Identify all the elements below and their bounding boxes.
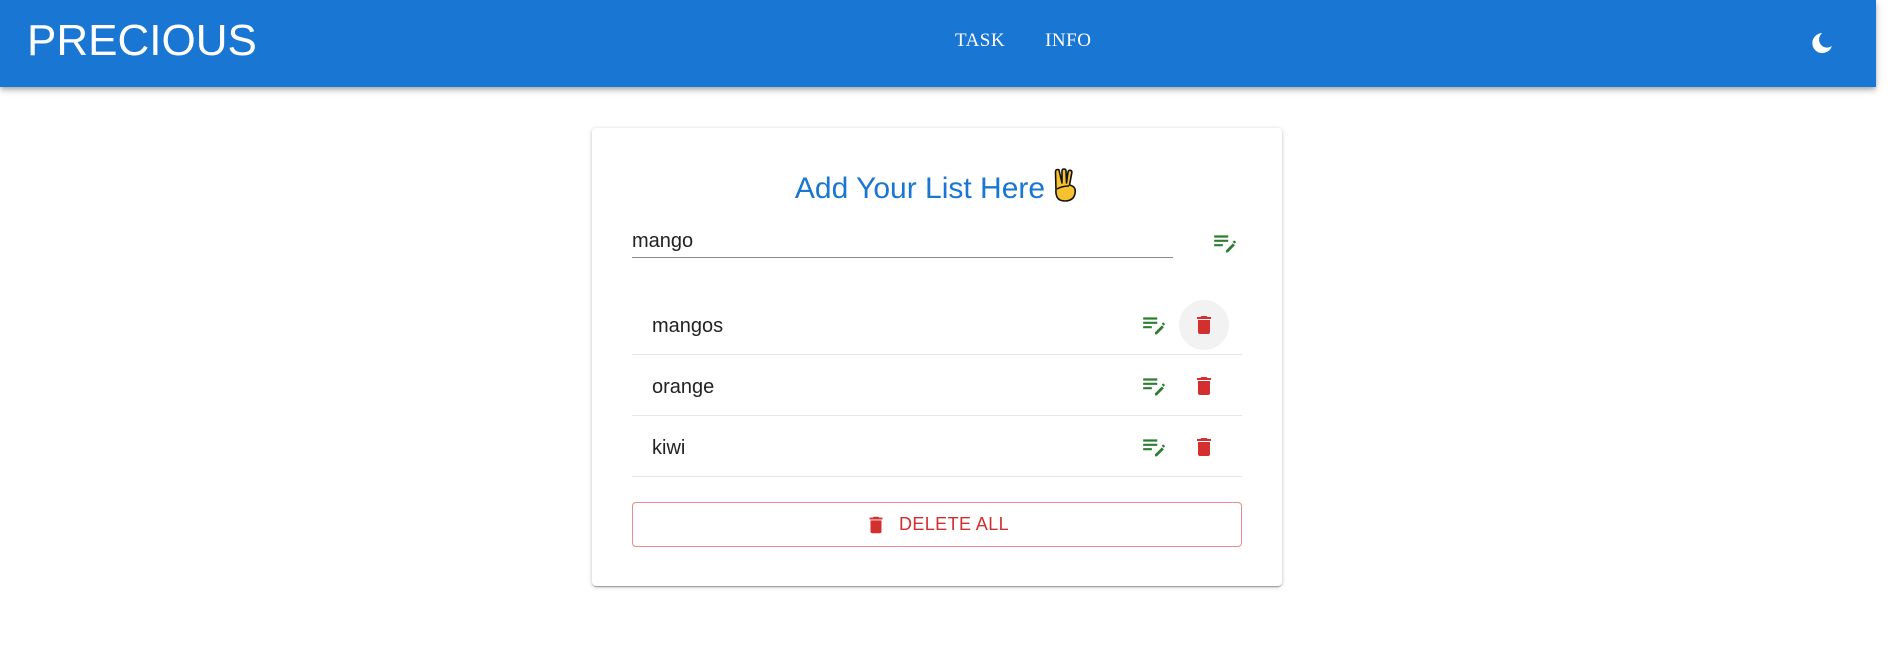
task-list: mangos orange kiwi [632,294,1242,477]
trash-icon [869,516,883,533]
list-item: mangos [632,294,1242,355]
theme-toggle-button[interactable] [1805,26,1839,60]
playlist-edit-icon [1143,378,1165,396]
card-title: Add Your List Here [592,168,1282,212]
brand-title: PRECIOUS [27,16,257,65]
playlist-edit-icon [1214,235,1236,253]
delete-item-button[interactable] [1179,300,1229,350]
card-title-text: Add Your List Here [794,172,1046,205]
nav-info[interactable]: INFO [1045,30,1091,52]
trash-icon [1197,316,1211,334]
add-item-button[interactable] [1200,218,1250,268]
trash-icon [1197,377,1211,395]
list-item-label: orange [652,376,715,398]
edit-item-button[interactable] [1129,300,1179,350]
list-item: orange [632,355,1242,416]
playlist-edit-icon [1143,317,1165,335]
edit-item-button[interactable] [1129,422,1179,472]
add-item-row [632,222,1242,272]
moon-icon [1812,33,1832,54]
trash-icon [1197,438,1211,456]
nav-task[interactable]: TASK [955,30,1005,52]
list-item-label: mangos [652,315,724,337]
list-card: Add Your List Here mangos [592,128,1282,586]
delete-item-button[interactable] [1179,361,1229,411]
playlist-edit-icon [1143,439,1165,457]
app-bar: PRECIOUS TASK INFO [0,0,1876,87]
delete-all-button[interactable]: DELETE ALL [632,502,1242,547]
nav-menu: TASK INFO [955,30,1091,52]
task-input[interactable] [632,226,1173,258]
list-item-label: kiwi [652,437,686,459]
victory-hand-icon [1053,168,1079,212]
list-item: kiwi [632,416,1242,477]
delete-item-button[interactable] [1179,422,1229,472]
edit-item-button[interactable] [1129,361,1179,411]
delete-all-label: DELETE ALL [898,514,1010,534]
